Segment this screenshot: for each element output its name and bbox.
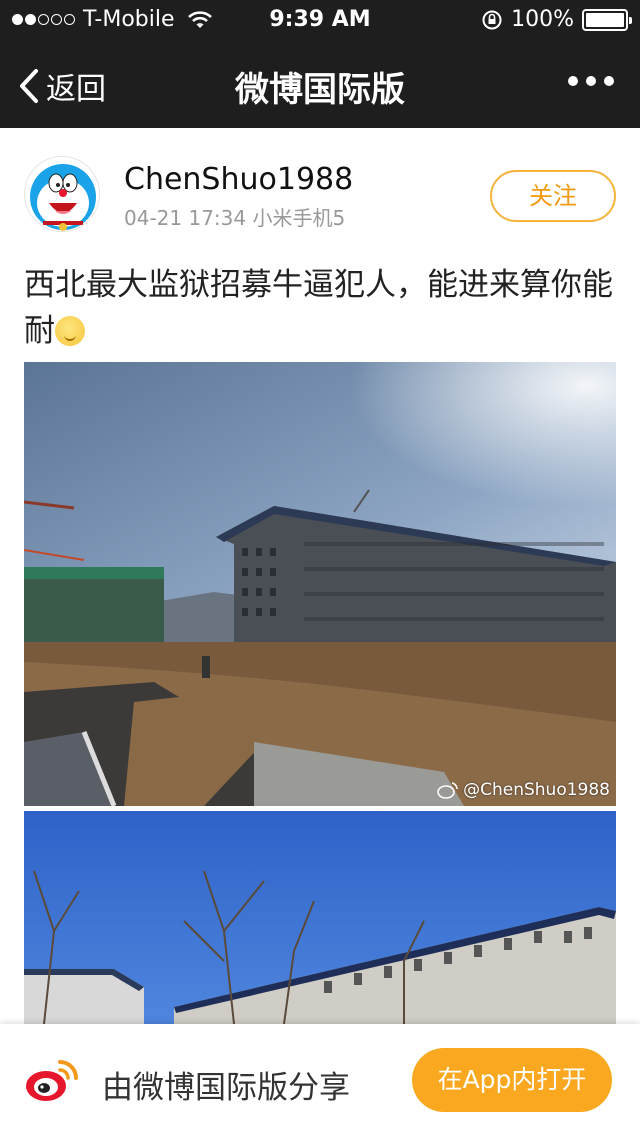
follow-button[interactable]: 关注 — [490, 170, 616, 222]
status-bar: T-Mobile 9:39 AM 100% — [0, 0, 640, 40]
post-card: ChenShuo1988 04-21 17:34 小米手机5 关注 西北最大监狱… — [0, 128, 640, 1024]
post-device: 小米手机5 — [252, 206, 346, 230]
construction-site-photo — [24, 362, 616, 806]
weibo-watermark-icon — [437, 782, 458, 799]
share-text: 由微博国际版分享 — [102, 1070, 350, 1106]
post-image-2[interactable] — [24, 811, 616, 1024]
weibo-logo-icon — [26, 1060, 78, 1101]
image-watermark: @ChenShuo1988 — [437, 780, 610, 800]
rotation-lock-icon — [482, 10, 502, 29]
page-title: 微博国际版 — [235, 70, 405, 110]
smirk-emoji-icon — [55, 316, 85, 346]
building-sky-photo — [24, 811, 616, 1024]
doraemon-avatar-icon — [30, 164, 96, 231]
open-in-app-button[interactable]: 在App内打开 — [412, 1048, 612, 1112]
watermark-text: @ChenShuo1988 — [463, 780, 610, 800]
username[interactable]: ChenShuo1988 — [124, 162, 353, 197]
battery-icon — [582, 8, 632, 31]
post-text: 西北最大监狱招募牛逼犯人，能进来算你能耐 — [24, 262, 616, 354]
nav-bar: 返回 微博国际版 — [0, 40, 640, 128]
post-timestamp: 04-21 17:34 — [124, 206, 247, 230]
post-body: 西北最大监狱招募牛逼犯人，能进来算你能耐 — [24, 267, 613, 349]
post-meta: 04-21 17:34 小米手机5 — [124, 202, 345, 231]
right-status: 100% — [481, 7, 632, 32]
more-options-button[interactable] — [568, 76, 614, 86]
share-bar: 由微博国际版分享 在App内打开 — [0, 1024, 640, 1136]
battery-percent: 100% — [511, 7, 574, 32]
avatar[interactable] — [24, 156, 100, 232]
post-image-1[interactable]: @ChenShuo1988 — [24, 362, 616, 806]
